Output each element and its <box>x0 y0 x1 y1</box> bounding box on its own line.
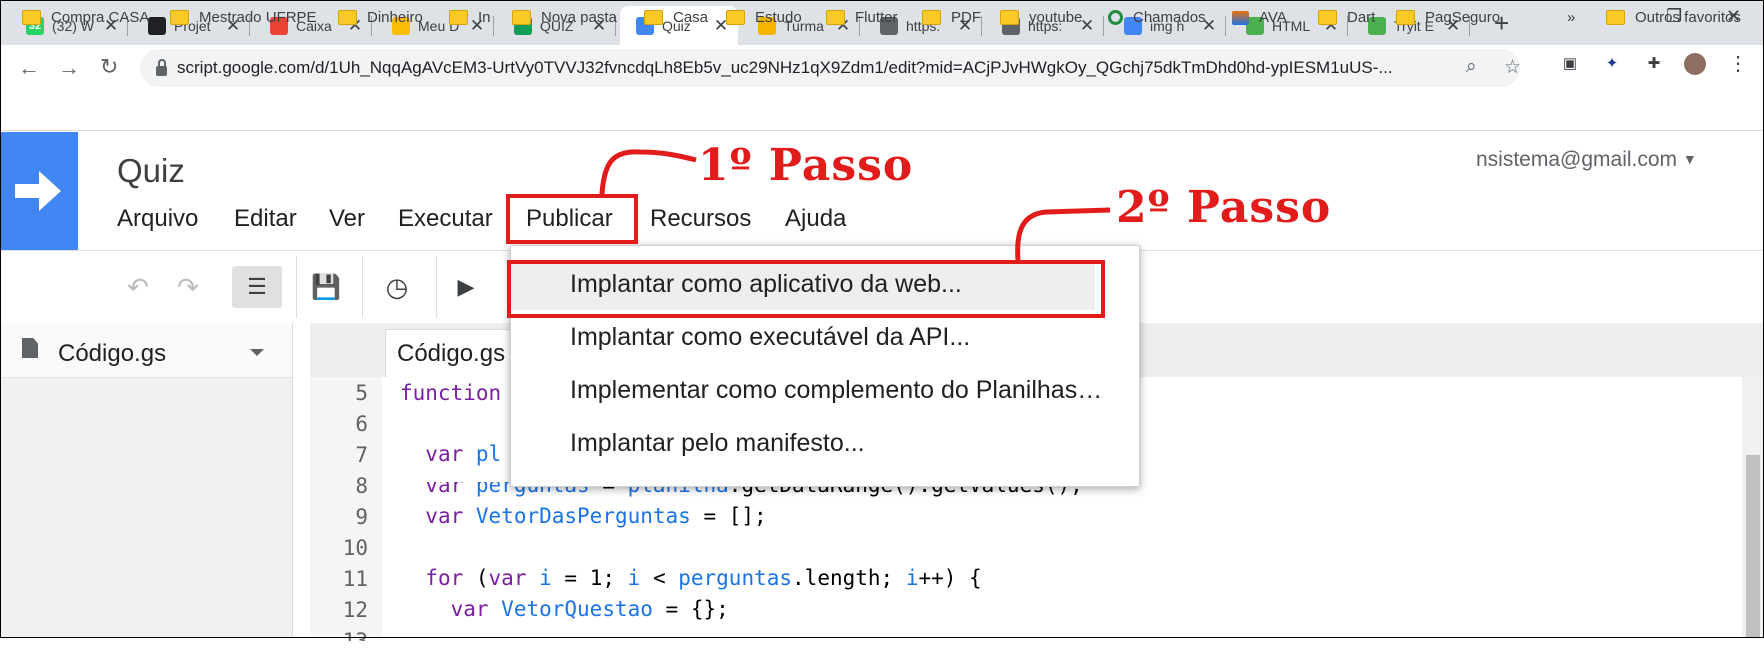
annotation-arrows <box>599 149 1111 261</box>
step2-label: 2º Passo <box>1116 182 1332 233</box>
step2-leader-line <box>1015 207 1111 261</box>
step1-leader-line <box>599 149 697 195</box>
step1-label: 1º Passo <box>698 140 914 191</box>
